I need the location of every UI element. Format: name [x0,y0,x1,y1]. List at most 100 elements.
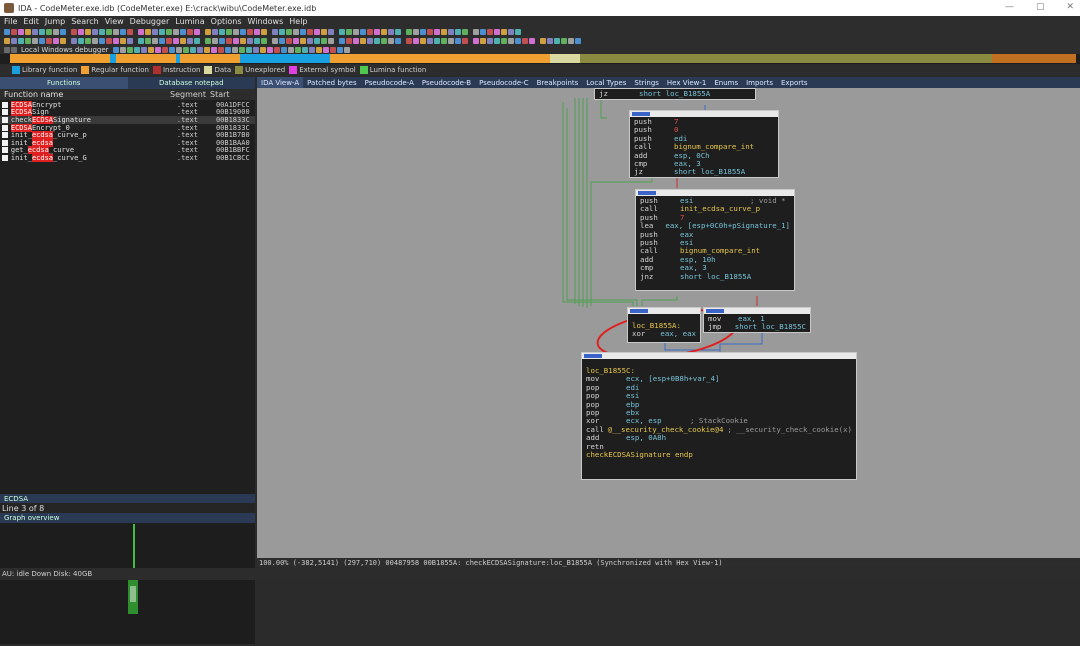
toolbar-button-icon[interactable] [315,46,322,53]
menu-jump[interactable]: Jump [45,17,65,26]
toolbar-button-icon[interactable] [154,46,161,53]
toolbar-button-icon[interactable] [480,28,486,35]
toolbar-button-icon[interactable] [161,46,168,53]
toolbar-button-icon[interactable] [106,28,112,35]
tab-ida-view-a[interactable]: IDA View-A [257,77,304,88]
toolbar-button-icon[interactable] [374,37,380,44]
toolbar-button-icon[interactable] [46,37,52,44]
toolbar-button-icon[interactable] [339,37,345,44]
toolbar-button-icon[interactable] [388,28,394,35]
toolbar-button-icon[interactable] [406,37,412,44]
toolbar-button-icon[interactable] [329,46,336,53]
toolbar-button-icon[interactable] [462,37,468,44]
navigation-band[interactable] [0,54,1080,64]
toolbar-button-icon[interactable] [314,37,320,44]
tab-imports[interactable]: Imports [742,77,777,88]
toolbar-button-icon[interactable] [92,28,98,35]
menu-view[interactable]: View [105,17,124,26]
toolbar-button-icon[interactable] [286,28,292,35]
toolbar-button-icon[interactable] [413,37,419,44]
toolbar-button-icon[interactable] [240,28,246,35]
toolbar-button-icon[interactable] [427,37,433,44]
toolbar-button-icon[interactable] [189,46,196,53]
toolbar-button-icon[interactable] [145,28,151,35]
toolbar-button-icon[interactable] [53,28,59,35]
toolbar-button-icon[interactable] [166,28,172,35]
toolbar-button-icon[interactable] [25,28,31,35]
debugger-select[interactable]: Local Windows debugger [21,46,109,54]
toolbar-button-icon[interactable] [322,46,329,53]
graph-block-mov-jmp[interactable]: mov eax, 1 jmp short loc_B1855C [703,307,811,333]
tab-pseudocode-c[interactable]: Pseudocode-C [475,77,533,88]
toolbar-button-icon[interactable] [321,37,327,44]
menu-debugger[interactable]: Debugger [130,17,170,26]
toolbar-button-icon[interactable] [300,28,306,35]
toolbar-button-icon[interactable] [427,28,433,35]
toolbar-button-icon[interactable] [32,37,38,44]
toolbar-button-icon[interactable] [434,37,440,44]
toolbar-button-icon[interactable] [336,46,343,53]
toolbar-button-icon[interactable] [226,37,232,44]
toolbar-button-icon[interactable] [240,37,246,44]
toolbar-button-icon[interactable] [32,28,38,35]
filter-bar[interactable]: ECDSA [0,494,255,503]
toolbar-button-icon[interactable] [120,28,126,35]
toolbar-button-icon[interactable] [119,46,126,53]
toolbar-button-icon[interactable] [293,37,299,44]
run-icon[interactable] [4,46,10,53]
toolbar-button-icon[interactable] [182,46,189,53]
toolbar-button-icon[interactable] [46,28,52,35]
toolbar-button-icon[interactable] [210,46,217,53]
column-function-name[interactable]: Function name [0,90,170,99]
toolbar-button-icon[interactable] [226,28,232,35]
toolbar-button-icon[interactable] [554,37,560,44]
graph-block-loc-b1855a[interactable]: loc_B1855A: xor eax, eax [627,307,701,343]
toolbar-button-icon[interactable] [529,37,535,44]
toolbar-button-icon[interactable] [346,28,352,35]
toolbar-button-icon[interactable] [462,28,468,35]
toolbar-button-icon[interactable] [395,37,401,44]
toolbar-button-icon[interactable] [85,37,91,44]
toolbar-button-icon[interactable] [99,37,105,44]
toolbar-button-icon[interactable] [212,37,218,44]
tab-exports[interactable]: Exports [777,77,812,88]
toolbar-button-icon[interactable] [279,37,285,44]
toolbar-button-icon[interactable] [152,37,158,44]
toolbar-button-icon[interactable] [4,37,10,44]
tab-enums[interactable]: Enums [710,77,742,88]
toolbar-button-icon[interactable] [4,28,10,35]
toolbar-button-icon[interactable] [60,37,66,44]
toolbar-button-icon[interactable] [441,37,447,44]
toolbar-button-icon[interactable] [159,28,165,35]
toolbar-button-icon[interactable] [147,46,154,53]
minimize-button[interactable]: — [1005,2,1014,12]
toolbar-button-icon[interactable] [99,28,105,35]
toolbar-button-icon[interactable] [133,46,140,53]
toolbar-button-icon[interactable] [39,37,45,44]
toolbar-button-icon[interactable] [106,37,112,44]
toolbar-button-icon[interactable] [480,37,486,44]
toolbar-button-icon[interactable] [180,37,186,44]
menu-search[interactable]: Search [71,17,98,26]
toolbar-button-icon[interactable] [561,37,567,44]
toolbar-button-icon[interactable] [381,28,387,35]
toolbar-button-icon[interactable] [353,37,359,44]
toolbar-button-icon[interactable] [508,28,514,35]
toolbar-button-icon[interactable] [568,37,574,44]
toolbar-button-icon[interactable] [224,46,231,53]
toolbar-button-icon[interactable] [353,28,359,35]
toolbar-button-icon[interactable] [501,37,507,44]
toolbar-button-icon[interactable] [187,37,193,44]
close-button[interactable]: ✕ [1066,2,1074,12]
toolbar-button-icon[interactable] [168,46,175,53]
menu-file[interactable]: File [4,17,17,26]
toolbar-button-icon[interactable] [381,37,387,44]
toolbar-button-icon[interactable] [272,37,278,44]
toolbar-button-icon[interactable] [328,37,334,44]
toolbar-button-icon[interactable] [515,37,521,44]
toolbar-button-icon[interactable] [173,37,179,44]
toolbar-button-icon[interactable] [112,46,119,53]
toolbar-button-icon[interactable] [18,28,24,35]
toolbar-button-icon[interactable] [18,37,24,44]
toolbar-button-icon[interactable] [113,28,119,35]
